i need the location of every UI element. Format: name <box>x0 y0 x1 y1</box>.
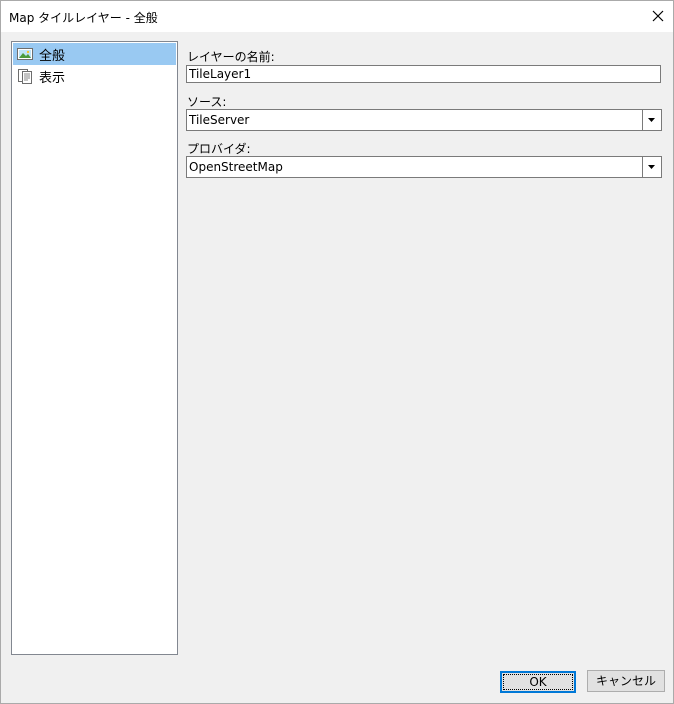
layer-name-label: レイヤーの名前: <box>187 50 275 64</box>
source-label: ソース: <box>187 95 227 109</box>
layer-name-input[interactable] <box>186 65 661 83</box>
display-settings-icon <box>17 68 33 84</box>
image-icon <box>17 46 33 62</box>
source-selected-value: TileServer <box>189 113 250 127</box>
chevron-down-icon <box>648 118 655 122</box>
provider-dropdown-button[interactable] <box>642 157 661 177</box>
provider-select[interactable]: OpenStreetMap <box>186 156 662 178</box>
close-button[interactable] <box>643 1 673 32</box>
cancel-button[interactable]: キャンセル <box>587 670 665 692</box>
window-title: Map タイルレイヤー - 全般 <box>9 11 158 25</box>
provider-selected-value: OpenStreetMap <box>189 160 283 174</box>
close-icon <box>652 10 664 22</box>
source-select[interactable]: TileServer <box>186 109 662 131</box>
focus-indicator <box>503 674 573 690</box>
nav-item-label: 表示 <box>39 71 66 86</box>
cancel-button-label: キャンセル <box>595 674 656 688</box>
nav-item-label: 全般 <box>39 49 66 64</box>
title-bar[interactable]: Map タイルレイヤー - 全般 <box>1 1 673 32</box>
dialog-window: Map タイルレイヤー - 全般 全般 表示 レイヤーの名前: TileLaye… <box>0 0 674 704</box>
ok-button[interactable]: OK <box>500 671 576 693</box>
chevron-down-icon <box>648 165 655 169</box>
nav-item-display[interactable]: 表示 <box>13 65 176 87</box>
source-dropdown-button[interactable] <box>642 110 661 130</box>
category-list[interactable]: 全般 表示 <box>11 41 178 655</box>
nav-item-general[interactable]: 全般 <box>13 43 176 65</box>
provider-label: プロバイダ: <box>187 142 251 156</box>
